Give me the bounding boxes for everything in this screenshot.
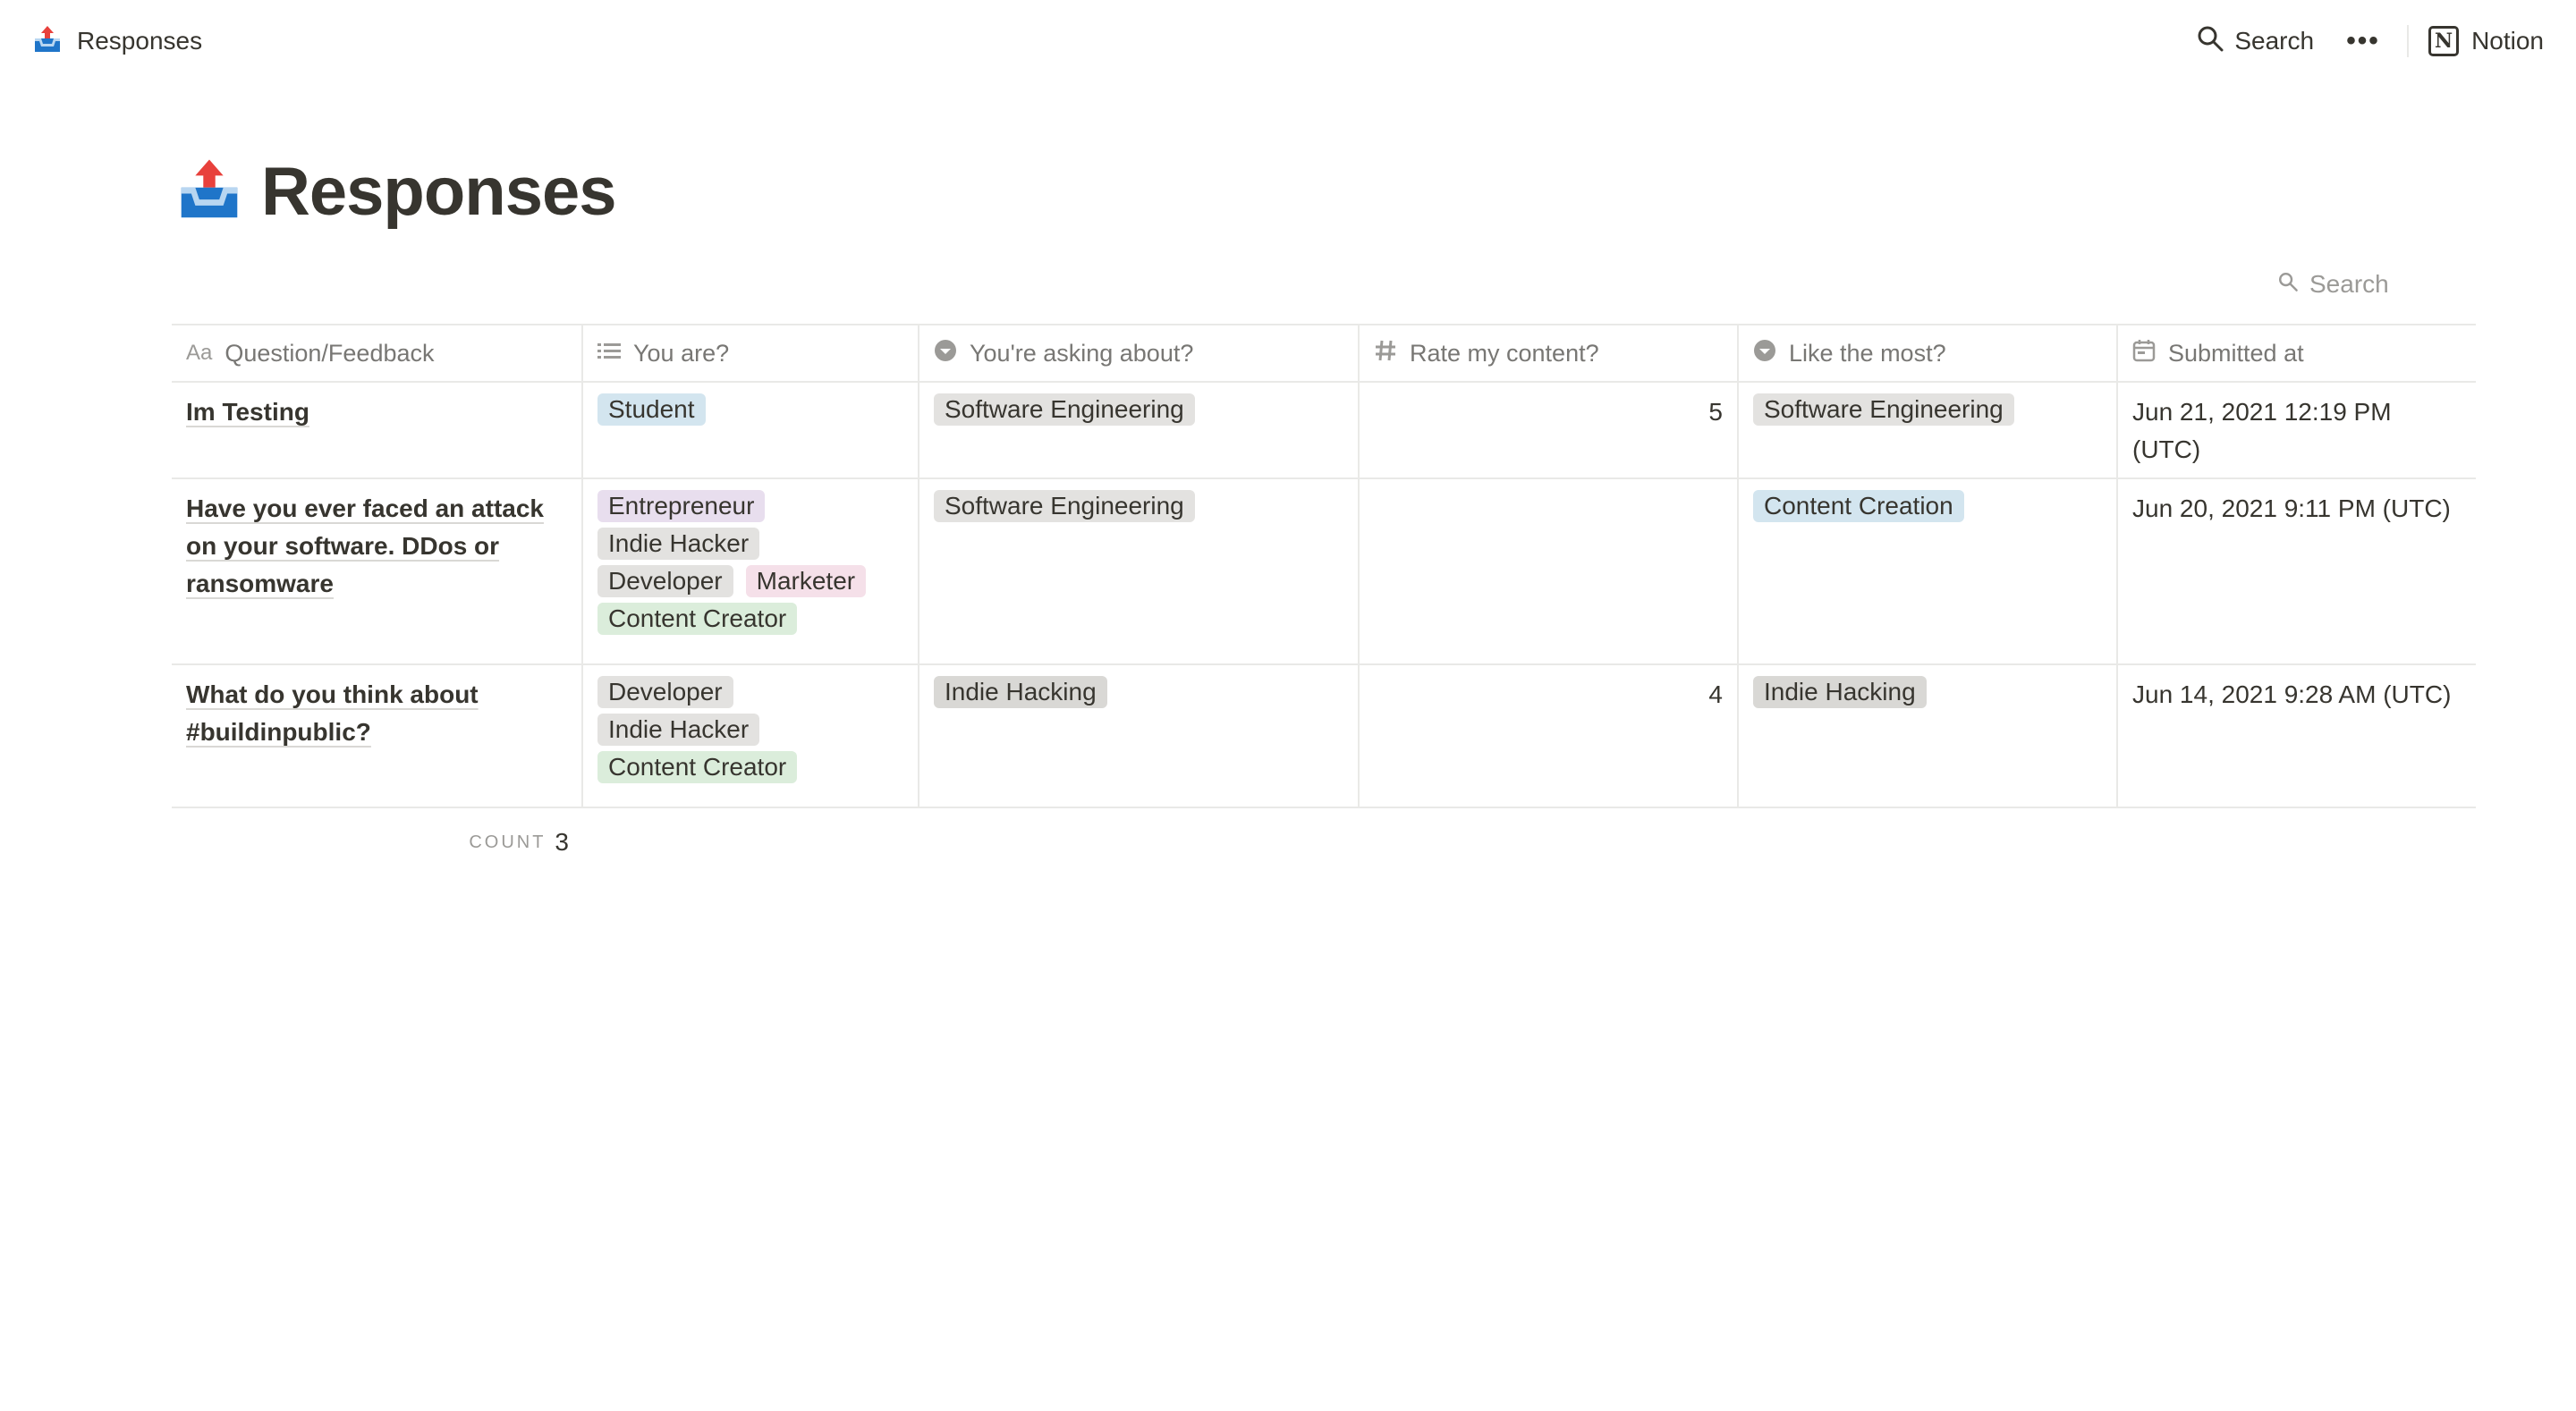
view-search-label: Search xyxy=(2309,270,2389,298)
search-icon xyxy=(2277,270,2299,299)
search-button[interactable]: Search xyxy=(2190,25,2321,58)
divider xyxy=(2407,25,2410,57)
text-aa-icon: Aa xyxy=(186,341,213,365)
column-header-you-are[interactable]: You are? xyxy=(583,325,919,381)
list-icon xyxy=(597,340,621,368)
cell-like-most[interactable]: Content Creation xyxy=(1739,479,2118,663)
number-icon xyxy=(1374,339,1397,368)
search-icon xyxy=(2197,25,2224,58)
tag: Software Engineering xyxy=(934,490,1195,522)
tag: Indie Hacker xyxy=(597,528,760,560)
tag-list: Student xyxy=(597,393,903,426)
tag-list: Indie Hacking xyxy=(934,676,1343,708)
cell-asking-about[interactable]: Software Engineering xyxy=(919,479,1360,663)
tag-list: Software Engineering xyxy=(1753,393,2102,426)
cell-like-most[interactable]: Software Engineering xyxy=(1739,383,2118,477)
count-value: 3 xyxy=(555,828,569,856)
tag: Developer xyxy=(597,676,733,708)
tag: Software Engineering xyxy=(1753,393,2014,426)
column-header-asking-about[interactable]: You're asking about? xyxy=(919,325,1360,381)
table-row[interactable]: Have you ever faced an attack on your so… xyxy=(172,479,2476,665)
tag: Content Creator xyxy=(597,751,798,783)
cell-like-most[interactable]: Indie Hacking xyxy=(1739,665,2118,807)
rate-value: 4 xyxy=(1708,680,1723,708)
page-title: Responses xyxy=(261,153,616,230)
column-label: Like the most? xyxy=(1789,339,1946,367)
tag-list: Indie Hacking xyxy=(1753,676,2102,708)
cell-submitted[interactable]: Jun 14, 2021 9:28 AM (UTC) xyxy=(2118,665,2476,807)
column-label: You are? xyxy=(633,339,730,367)
tag-list: Entrepreneur Indie Hacker Developer Markete… xyxy=(597,490,903,635)
column-label: You're asking about? xyxy=(970,339,1194,367)
question-title[interactable]: What do you think about #buildinpublic? xyxy=(186,680,479,746)
select-icon xyxy=(1753,339,1776,368)
tag-list: Content Creation xyxy=(1753,490,2102,522)
column-header-submitted[interactable]: Submitted at xyxy=(2118,325,2476,381)
tag: Entrepreneur xyxy=(597,490,766,522)
submitted-date: Jun 21, 2021 12:19 PM (UTC) xyxy=(2132,398,2392,463)
question-title[interactable]: Have you ever faced an attack on your so… xyxy=(186,494,544,597)
column-label: Question/Feedback xyxy=(225,339,435,367)
calendar-icon xyxy=(2132,339,2156,368)
column-label: Rate my content? xyxy=(1410,339,1599,367)
tag: Software Engineering xyxy=(934,393,1195,426)
tag: Content Creator xyxy=(597,603,798,635)
column-label: Submitted at xyxy=(2168,339,2304,367)
cell-rate[interactable]: 5 xyxy=(1360,383,1739,477)
question-title[interactable]: Im Testing xyxy=(186,398,309,426)
notion-label: Notion xyxy=(2471,27,2544,55)
submitted-date: Jun 20, 2021 9:11 PM (UTC) xyxy=(2132,494,2451,522)
view-search[interactable]: Search xyxy=(2277,265,2389,304)
search-label: Search xyxy=(2234,27,2315,55)
cell-submitted[interactable]: Jun 21, 2021 12:19 PM (UTC) xyxy=(2118,383,2476,477)
cell-question[interactable]: Have you ever faced an attack on your so… xyxy=(172,479,583,663)
more-options-icon[interactable]: ••• xyxy=(2334,26,2393,56)
table-row[interactable]: Im Testing Student Software Engineering 5 So… xyxy=(172,383,2476,479)
table-body: Im Testing Student Software Engineering 5 So… xyxy=(172,383,2476,808)
column-header-like-most[interactable]: Like the most? xyxy=(1739,325,2118,381)
tag: Student xyxy=(597,393,706,426)
topbar: Responses Search ••• N Notion xyxy=(0,0,2576,80)
page-header: Responses xyxy=(175,147,616,236)
outbox-tray-icon xyxy=(32,24,63,59)
cell-question[interactable]: Im Testing xyxy=(172,383,583,477)
cell-question[interactable]: What do you think about #buildinpublic? xyxy=(172,665,583,807)
count-label: COUNT xyxy=(469,832,547,852)
tag-list: Developer Indie Hacker Content Creator xyxy=(597,676,903,783)
tag-list: Software Engineering xyxy=(934,490,1343,522)
tag-list: Software Engineering xyxy=(934,393,1343,426)
tag: Marketer xyxy=(745,565,867,597)
tag: Content Creation xyxy=(1753,490,1964,522)
top-actions: Search ••• N Notion xyxy=(2190,20,2544,63)
count-footer[interactable]: COUNT 3 xyxy=(172,815,583,869)
cell-you-are[interactable]: Entrepreneur Indie Hacker Developer Markete… xyxy=(583,479,919,663)
submitted-date: Jun 14, 2021 9:28 AM (UTC) xyxy=(2132,680,2452,708)
tag: Indie Hacking xyxy=(1753,676,1927,708)
column-header-question[interactable]: Aa Question/Feedback xyxy=(172,325,583,381)
breadcrumb[interactable]: Responses xyxy=(32,21,202,61)
rate-value: 5 xyxy=(1708,398,1723,426)
tag: Developer xyxy=(597,565,733,597)
cell-submitted[interactable]: Jun 20, 2021 9:11 PM (UTC) xyxy=(2118,479,2476,663)
select-icon xyxy=(934,339,957,368)
notion-logo-icon: N xyxy=(2428,26,2460,56)
column-header-rate[interactable]: Rate my content? xyxy=(1360,325,1739,381)
cell-asking-about[interactable]: Indie Hacking xyxy=(919,665,1360,807)
cell-asking-about[interactable]: Software Engineering xyxy=(919,383,1360,477)
table-row[interactable]: What do you think about #buildinpublic? D… xyxy=(172,665,2476,808)
outbox-tray-icon xyxy=(175,156,243,228)
cell-rate[interactable] xyxy=(1360,479,1739,663)
notion-button[interactable]: N Notion xyxy=(2428,26,2544,56)
breadcrumb-label: Responses xyxy=(77,27,203,55)
tag: Indie Hacking xyxy=(934,676,1107,708)
responses-table: Aa Question/Feedback You are? You're ask… xyxy=(172,324,2476,808)
cell-you-are[interactable]: Student xyxy=(583,383,919,477)
table-header: Aa Question/Feedback You are? You're ask… xyxy=(172,324,2476,383)
tag: Indie Hacker xyxy=(597,714,760,746)
cell-rate[interactable]: 4 xyxy=(1360,665,1739,807)
cell-you-are[interactable]: Developer Indie Hacker Content Creator xyxy=(583,665,919,807)
